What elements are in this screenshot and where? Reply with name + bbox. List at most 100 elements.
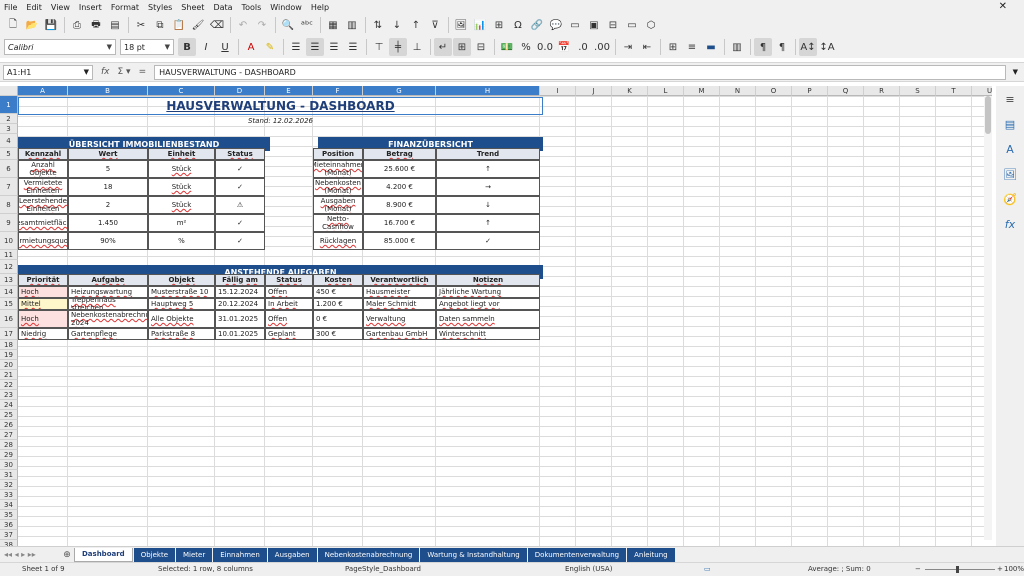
aufgaben-cell[interactable]: Offen — [265, 310, 313, 328]
stand-date[interactable]: Stand: 12.02.2026 — [18, 116, 543, 126]
row-header[interactable]: 24 — [0, 400, 18, 410]
column-header[interactable]: D — [215, 86, 265, 96]
aufgaben-col-header[interactable]: Kosten — [313, 274, 363, 286]
export-pdf-icon[interactable]: ⎙ — [68, 16, 86, 34]
immobilien-cell[interactable]: ✓ — [215, 178, 265, 196]
wrap-text-icon[interactable]: ↵ — [434, 38, 452, 56]
aufgaben-cell[interactable]: Treppenhaus streichen — [68, 298, 148, 310]
row-header[interactable]: 31 — [0, 470, 18, 480]
show-draw-functions-icon[interactable]: ⬡ — [642, 16, 660, 34]
row-header[interactable]: 8 — [0, 196, 18, 214]
navigator-icon[interactable]: 🧭 — [1001, 190, 1019, 208]
immobilien-cell[interactable]: 5 — [68, 160, 148, 178]
row-header[interactable]: 11 — [0, 250, 18, 260]
aufgaben-col-header[interactable]: Status — [265, 274, 313, 286]
finanzen-cell[interactable]: Nebenkosten (Monat) — [313, 178, 363, 196]
row-header[interactable]: 12 — [0, 260, 18, 274]
sheet-tab[interactable]: Dashboard — [74, 547, 133, 562]
aufgaben-cell[interactable]: 0 € — [313, 310, 363, 328]
column-header[interactable]: H — [436, 86, 540, 96]
row-icon[interactable]: ▦ — [324, 16, 342, 34]
paste-icon[interactable]: 📋 — [170, 16, 188, 34]
name-box[interactable]: A1:H1 ▼ — [3, 64, 93, 80]
menu-format[interactable]: Format — [111, 3, 139, 12]
status-pagestyle[interactable]: PageStyle_Dashboard — [345, 565, 421, 573]
immobilien-cell[interactable]: 1.450 — [68, 214, 148, 232]
zoom-level[interactable]: 100% — [1004, 565, 1024, 573]
increase-indent-icon[interactable]: ⇥ — [619, 38, 637, 56]
finanzen-cell[interactable]: → — [436, 178, 540, 196]
open-folder-icon[interactable]: 📂 — [23, 16, 41, 34]
menu-window[interactable]: Window — [270, 3, 302, 12]
immobilien-cell[interactable]: Leerstehende Einheiten — [18, 196, 68, 214]
number-format-icon[interactable]: 0.0 — [536, 38, 554, 56]
immobilien-cell[interactable]: Anzahl Objekte — [18, 160, 68, 178]
aufgaben-cell[interactable]: Parkstraße 8 — [148, 328, 215, 340]
align-bottom-icon[interactable]: ⊥ — [408, 38, 426, 56]
select-all-corner[interactable] — [0, 86, 18, 96]
insert-image-icon[interactable]: 🖼 — [452, 16, 470, 34]
date-format-icon[interactable]: 📅 — [555, 38, 573, 56]
aufgaben-cell[interactable]: 450 € — [313, 286, 363, 298]
aufgaben-cell[interactable]: Gartenbau GmbH — [363, 328, 436, 340]
properties-icon[interactable]: ▤ — [1001, 115, 1019, 133]
align-top-icon[interactable]: ⊤ — [370, 38, 388, 56]
column-header[interactable]: G — [363, 86, 436, 96]
left-to-right-icon[interactable]: ¶ — [754, 38, 772, 56]
column-header[interactable]: T — [936, 86, 972, 96]
immobilien-cell[interactable]: Gesamtmietfläche — [18, 214, 68, 232]
cut-icon[interactable]: ✂ — [132, 16, 150, 34]
row-header[interactable]: 18 — [0, 340, 18, 350]
font-size-combo[interactable]: 18 pt ▼ — [120, 39, 174, 55]
insert-chart-icon[interactable]: 📊 — [471, 16, 489, 34]
gallery-icon[interactable]: 🖼 — [1001, 165, 1019, 183]
finanzen-cell[interactable]: 16.700 € — [363, 214, 436, 232]
redo-icon[interactable]: ↷ — [253, 16, 271, 34]
finanzen-cell[interactable]: 8.900 € — [363, 196, 436, 214]
immobilien-cell[interactable]: ✓ — [215, 232, 265, 250]
aufgaben-cell[interactable]: Alle Objekte — [148, 310, 215, 328]
percent-format-icon[interactable]: % — [517, 38, 535, 56]
text-direction-icon[interactable]: ↕A — [818, 38, 836, 56]
menu-help[interactable]: Help — [311, 3, 329, 12]
menu-edit[interactable]: Edit — [26, 3, 42, 12]
row-header[interactable]: 26 — [0, 420, 18, 430]
finanzen-col-header[interactable]: Position — [313, 148, 363, 160]
aufgaben-cell[interactable]: Mittel — [18, 298, 68, 310]
column-header[interactable]: L — [648, 86, 684, 96]
row-header[interactable]: 17 — [0, 328, 18, 340]
save-icon[interactable]: 💾 — [42, 16, 60, 34]
menu-tools[interactable]: Tools — [242, 3, 262, 12]
aufgaben-cell[interactable]: Heizungswartung — [68, 286, 148, 298]
column-icon[interactable]: ▥ — [343, 16, 361, 34]
immobilien-col-header[interactable]: Einheit — [148, 148, 215, 160]
vertical-scrollbar[interactable] — [984, 96, 992, 540]
aufgaben-cell[interactable]: Winterschnitt — [436, 328, 540, 340]
row-header[interactable]: 2 — [0, 114, 18, 124]
currency-format-icon[interactable]: 💵 — [498, 38, 516, 56]
row-header[interactable]: 5 — [0, 148, 18, 160]
aufgaben-cell[interactable]: Daten sammeln — [436, 310, 540, 328]
chevron-down-icon[interactable]: ▼ — [84, 68, 89, 76]
column-header[interactable]: C — [148, 86, 215, 96]
row-header[interactable]: 21 — [0, 370, 18, 380]
sheet-tab[interactable]: Wartung & Instandhaltung — [420, 547, 527, 562]
row-header[interactable]: 16 — [0, 310, 18, 328]
formula-input[interactable]: HAUSVERWALTUNG - DASHBOARD — [154, 64, 1006, 80]
aufgaben-cell[interactable]: Hauptweg 5 — [148, 298, 215, 310]
row-header[interactable]: 30 — [0, 460, 18, 470]
aufgaben-cell[interactable]: Verwaltung — [363, 310, 436, 328]
immobilien-cell[interactable]: Stück — [148, 196, 215, 214]
row-header[interactable]: 28 — [0, 440, 18, 450]
print-preview-icon[interactable]: ▤ — [106, 16, 124, 34]
borders-icon[interactable]: ⊞ — [664, 38, 682, 56]
immobilien-cell[interactable]: 2 — [68, 196, 148, 214]
finanzen-cell[interactable]: 25.600 € — [363, 160, 436, 178]
row-header[interactable]: 25 — [0, 410, 18, 420]
freeze-rows-columns-icon[interactable]: ⊟ — [604, 16, 622, 34]
status-language[interactable]: English (USA) — [565, 565, 612, 573]
row-header[interactable]: 32 — [0, 480, 18, 490]
spreadsheet-grid[interactable]: ABCDEFGHIJKLMNOPQRSTU 1 2 3 4 5 6 7 8 9 10 11 12 13 1… — [0, 86, 992, 546]
aufgaben-col-header[interactable]: Priorität — [18, 274, 68, 286]
immobilien-col-header[interactable]: Wert — [68, 148, 148, 160]
